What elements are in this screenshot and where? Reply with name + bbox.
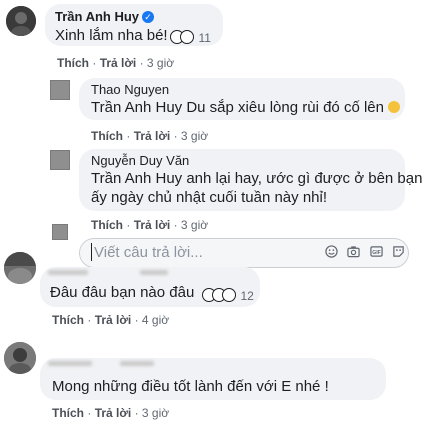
camera-icon[interactable] bbox=[347, 245, 361, 258]
reply-button[interactable]: Trả lời bbox=[95, 406, 132, 420]
timestamp[interactable]: 3 giờ bbox=[181, 218, 208, 232]
reply-actions: Thích · Trả lời · 3 giờ bbox=[91, 218, 209, 232]
blurred-author-name bbox=[140, 270, 168, 275]
reply-actions: Thích · Trả lời · 3 giờ bbox=[91, 129, 209, 143]
svg-text:GIF: GIF bbox=[372, 250, 381, 256]
reply-input-tools: GIF bbox=[325, 245, 405, 263]
like-button[interactable]: Thích bbox=[91, 218, 123, 232]
verified-badge-icon: ✓ bbox=[142, 11, 155, 23]
reply-button[interactable]: Trả lời bbox=[95, 313, 132, 327]
reactions-summary[interactable]: 12 bbox=[202, 287, 254, 305]
reactions-summary[interactable]: 11 bbox=[170, 29, 211, 47]
emoji-icon[interactable] bbox=[325, 245, 338, 258]
avatar-photo-icon bbox=[4, 342, 36, 374]
sticker-icon[interactable] bbox=[392, 245, 405, 258]
comment-actions: Thích · Trả lời · 3 giờ bbox=[52, 406, 170, 420]
avatar[interactable] bbox=[50, 150, 70, 170]
like-button[interactable]: Thích bbox=[57, 56, 89, 70]
blurred-author-name bbox=[120, 361, 154, 366]
comment-text: Xinh lắm nha bé! bbox=[55, 27, 168, 44]
comment-actions: Thích · Trả lời · 4 giờ bbox=[52, 313, 170, 327]
blurred-author-name bbox=[48, 361, 92, 366]
comment-actions: Thích · Trả lời · 3 giờ bbox=[57, 56, 175, 70]
reply-author[interactable]: Nguyễn Duy Văn bbox=[91, 153, 189, 168]
blurred-author-name bbox=[48, 270, 88, 275]
comment-author[interactable]: Trần Anh Huy ✓ bbox=[55, 9, 155, 24]
timestamp[interactable]: 3 giờ bbox=[147, 56, 174, 70]
wow-reaction-icon bbox=[222, 288, 236, 302]
reply-author[interactable]: Thao Nguyen bbox=[91, 82, 169, 97]
avatar[interactable] bbox=[4, 342, 36, 374]
like-button[interactable]: Thích bbox=[52, 313, 84, 327]
reply-text: Trần Anh Huy Du sắp xiêu lòng rùi đó cố … bbox=[91, 98, 401, 118]
reply-text: Trần Anh Huy anh lại hay, ước gì được ở … bbox=[91, 170, 423, 187]
avatar[interactable] bbox=[4, 252, 36, 284]
reaction-count: 12 bbox=[240, 289, 254, 303]
avatar-photo-icon bbox=[6, 6, 36, 36]
gif-icon[interactable]: GIF bbox=[370, 245, 383, 258]
reply-button[interactable]: Trả lời bbox=[100, 56, 137, 70]
avatar-photo-icon bbox=[4, 252, 36, 284]
avatar[interactable] bbox=[6, 6, 36, 36]
timestamp[interactable]: 3 giờ bbox=[142, 406, 169, 420]
strong-arm-emoji-icon bbox=[388, 101, 401, 113]
mention-link[interactable]: Trần Anh Huy bbox=[91, 99, 182, 116]
like-button[interactable]: Thích bbox=[91, 129, 123, 143]
comment-text: Mong những điều tốt lành đến với E nhé ! bbox=[52, 378, 329, 395]
reaction-count: 11 bbox=[198, 31, 211, 45]
timestamp[interactable]: 3 giờ bbox=[181, 129, 208, 143]
comment-text: Đâu đâu bạn nào đâu bbox=[50, 284, 195, 301]
reply-text-line-2: ấy ngày chủ nhật cuối tuần này nhỉ! bbox=[91, 189, 328, 206]
reply-button[interactable]: Trả lời bbox=[134, 218, 171, 232]
reply-button[interactable]: Trả lời bbox=[134, 129, 171, 143]
text-cursor bbox=[91, 243, 92, 261]
timestamp[interactable]: 4 giờ bbox=[142, 313, 169, 327]
wow-reaction-icon bbox=[180, 30, 194, 44]
reply-input-placeholder: Viết câu trả lời... bbox=[94, 244, 203, 261]
like-button[interactable]: Thích bbox=[52, 406, 84, 420]
avatar[interactable] bbox=[50, 80, 70, 100]
current-user-avatar bbox=[52, 224, 68, 240]
mention-link[interactable]: Trần Anh Huy bbox=[91, 170, 182, 187]
